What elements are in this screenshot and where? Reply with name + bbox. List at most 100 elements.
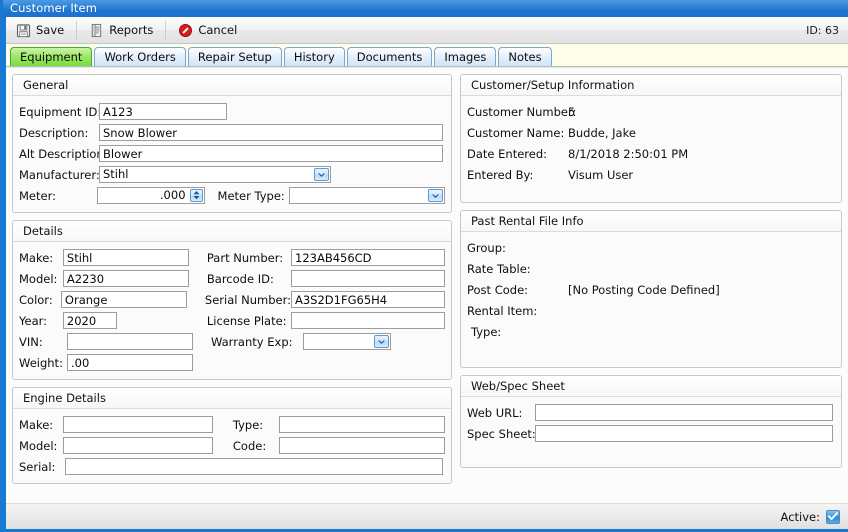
meter-spinner[interactable]: .000 <box>97 187 205 204</box>
record-id-label: ID: 63 <box>806 23 839 37</box>
meter-type-label: Meter Type: <box>217 188 285 203</box>
save-button-label: Save <box>36 23 65 37</box>
meter-value: .000 <box>159 188 186 202</box>
meter-type-combobox[interactable] <box>288 187 445 204</box>
rental-item-row: Rental Item: <box>467 300 835 321</box>
reports-button-label: Reports <box>109 23 154 37</box>
make-input[interactable] <box>62 249 189 266</box>
meter-label: Meter: <box>19 188 56 203</box>
spinner-updown-icon[interactable] <box>189 189 203 202</box>
chevron-down-icon[interactable] <box>428 189 443 202</box>
serial-number-input[interactable] <box>291 291 445 308</box>
engine-details-group: Engine Details Make: Type: Model: Code: … <box>12 387 452 484</box>
weight-label: Weight: <box>19 355 63 370</box>
barcode-id-label: Barcode ID: <box>206 271 274 286</box>
equipment-id-row: Equipment ID: <box>19 101 445 122</box>
reports-button[interactable]: Reports <box>81 18 163 43</box>
description-row: Description: <box>19 122 445 143</box>
manufacturer-value: Stihl <box>103 167 129 181</box>
engine-model-input[interactable] <box>62 437 213 454</box>
rental-type-row: Type: <box>467 321 835 342</box>
model-input[interactable] <box>62 270 189 287</box>
manufacturer-label: Manufacturer: <box>19 167 100 182</box>
checkmark-icon <box>828 512 838 521</box>
tab-images[interactable]: Images <box>434 47 497 66</box>
equipment-id-input[interactable] <box>99 103 227 120</box>
customer-item-window: Customer Item Save Reports Cancel ID: 63… <box>0 0 848 532</box>
cancel-button-label: Cancel <box>198 23 238 37</box>
chevron-down-icon[interactable] <box>314 168 329 181</box>
tab-notes[interactable]: Notes <box>498 47 552 66</box>
engine-model-row: Model: Code: <box>19 435 445 456</box>
meter-row: Meter: .000 Meter Type: <box>19 185 445 206</box>
tab-strip: Equipment Work Orders Repair Setup Histo… <box>6 44 848 67</box>
customer-number-label: Customer Number: <box>467 104 577 119</box>
weight-row: Weight: <box>19 352 445 373</box>
web-url-input[interactable] <box>535 404 833 421</box>
part-number-input[interactable] <box>291 249 445 266</box>
spec-sheet-input[interactable] <box>535 425 833 442</box>
make-label: Make: <box>19 250 54 265</box>
model-label: Model: <box>19 271 58 286</box>
engine-code-input[interactable] <box>278 437 445 454</box>
spec-sheet-label: Spec Sheet: <box>467 426 536 441</box>
post-code-row: Post Code: [No Posting Code Defined] <box>467 279 835 300</box>
engine-serial-row: Serial: <box>19 456 445 477</box>
description-input[interactable] <box>99 124 443 141</box>
engine-code-label: Code: <box>232 438 267 453</box>
warranty-exp-combobox[interactable] <box>303 333 391 350</box>
engine-serial-input[interactable] <box>65 458 443 475</box>
vin-input[interactable] <box>67 333 193 350</box>
web-url-label: Web URL: <box>467 405 523 420</box>
year-row: Year: License Plate: <box>19 310 445 331</box>
color-input[interactable] <box>60 291 187 308</box>
tab-documents[interactable]: Documents <box>346 47 433 66</box>
toolbar-separator-1 <box>76 20 78 40</box>
web-spec-group: Web/Spec Sheet Web URL: Spec Sheet: <box>460 375 842 468</box>
description-label: Description: <box>19 125 89 140</box>
tab-history[interactable]: History <box>283 47 345 66</box>
weight-input[interactable] <box>67 354 193 371</box>
alt-description-input[interactable] <box>99 145 443 162</box>
post-code-value: [No Posting Code Defined] <box>568 282 720 297</box>
save-button[interactable]: Save <box>8 18 74 43</box>
post-code-label: Post Code: <box>467 282 529 297</box>
engine-type-input[interactable] <box>278 416 445 433</box>
tab-equipment[interactable]: Equipment <box>10 47 93 66</box>
general-group-title: General <box>13 75 451 96</box>
tab-work-orders[interactable]: Work Orders <box>94 47 186 66</box>
color-label: Color: <box>19 292 53 307</box>
window-title-bar: Customer Item <box>3 0 848 17</box>
year-input[interactable] <box>62 312 117 329</box>
chevron-down-icon[interactable] <box>374 335 389 348</box>
rate-table-row: Rate Table: <box>467 258 835 279</box>
alt-description-label: Alt Description: <box>19 146 108 161</box>
customer-number-row: Customer Number: 5 <box>467 101 835 122</box>
manufacturer-row: Manufacturer: Stihl <box>19 164 445 185</box>
rental-item-label: Rental Item: <box>467 303 538 318</box>
customer-name-value: Budde, Jake <box>568 125 636 140</box>
license-plate-input[interactable] <box>291 312 445 329</box>
status-bar: Active: <box>6 503 848 529</box>
tab-history-label: History <box>293 50 335 64</box>
engine-make-input[interactable] <box>62 416 213 433</box>
barcode-id-input[interactable] <box>291 270 445 287</box>
serial-number-label: Serial Number: <box>204 292 291 307</box>
entered-by-row: Entered By: Visum User <box>467 164 835 185</box>
tab-repair-setup[interactable]: Repair Setup <box>187 47 282 66</box>
date-entered-row: Date Entered: 8/1/2018 2:50:01 PM <box>467 143 835 164</box>
active-checkbox[interactable] <box>826 509 840 524</box>
past-rental-group: Past Rental File Info Group: Rate Table: <box>460 210 842 368</box>
details-group-title: Details <box>13 221 451 242</box>
tab-notes-label: Notes <box>508 50 542 64</box>
window-body: Save Reports Cancel ID: 63 Equipment Wor… <box>3 17 848 532</box>
license-plate-label: License Plate: <box>206 313 287 328</box>
tab-images-label: Images <box>444 50 487 64</box>
rate-table-label: Rate Table: <box>467 261 531 276</box>
engine-type-label: Type: <box>232 417 264 432</box>
manufacturer-combobox[interactable]: Stihl <box>99 166 331 183</box>
active-label: Active: <box>780 509 820 524</box>
cancel-button[interactable]: Cancel <box>170 18 247 43</box>
customer-name-label: Customer Name: <box>467 125 565 140</box>
web-spec-group-title: Web/Spec Sheet <box>461 376 841 397</box>
